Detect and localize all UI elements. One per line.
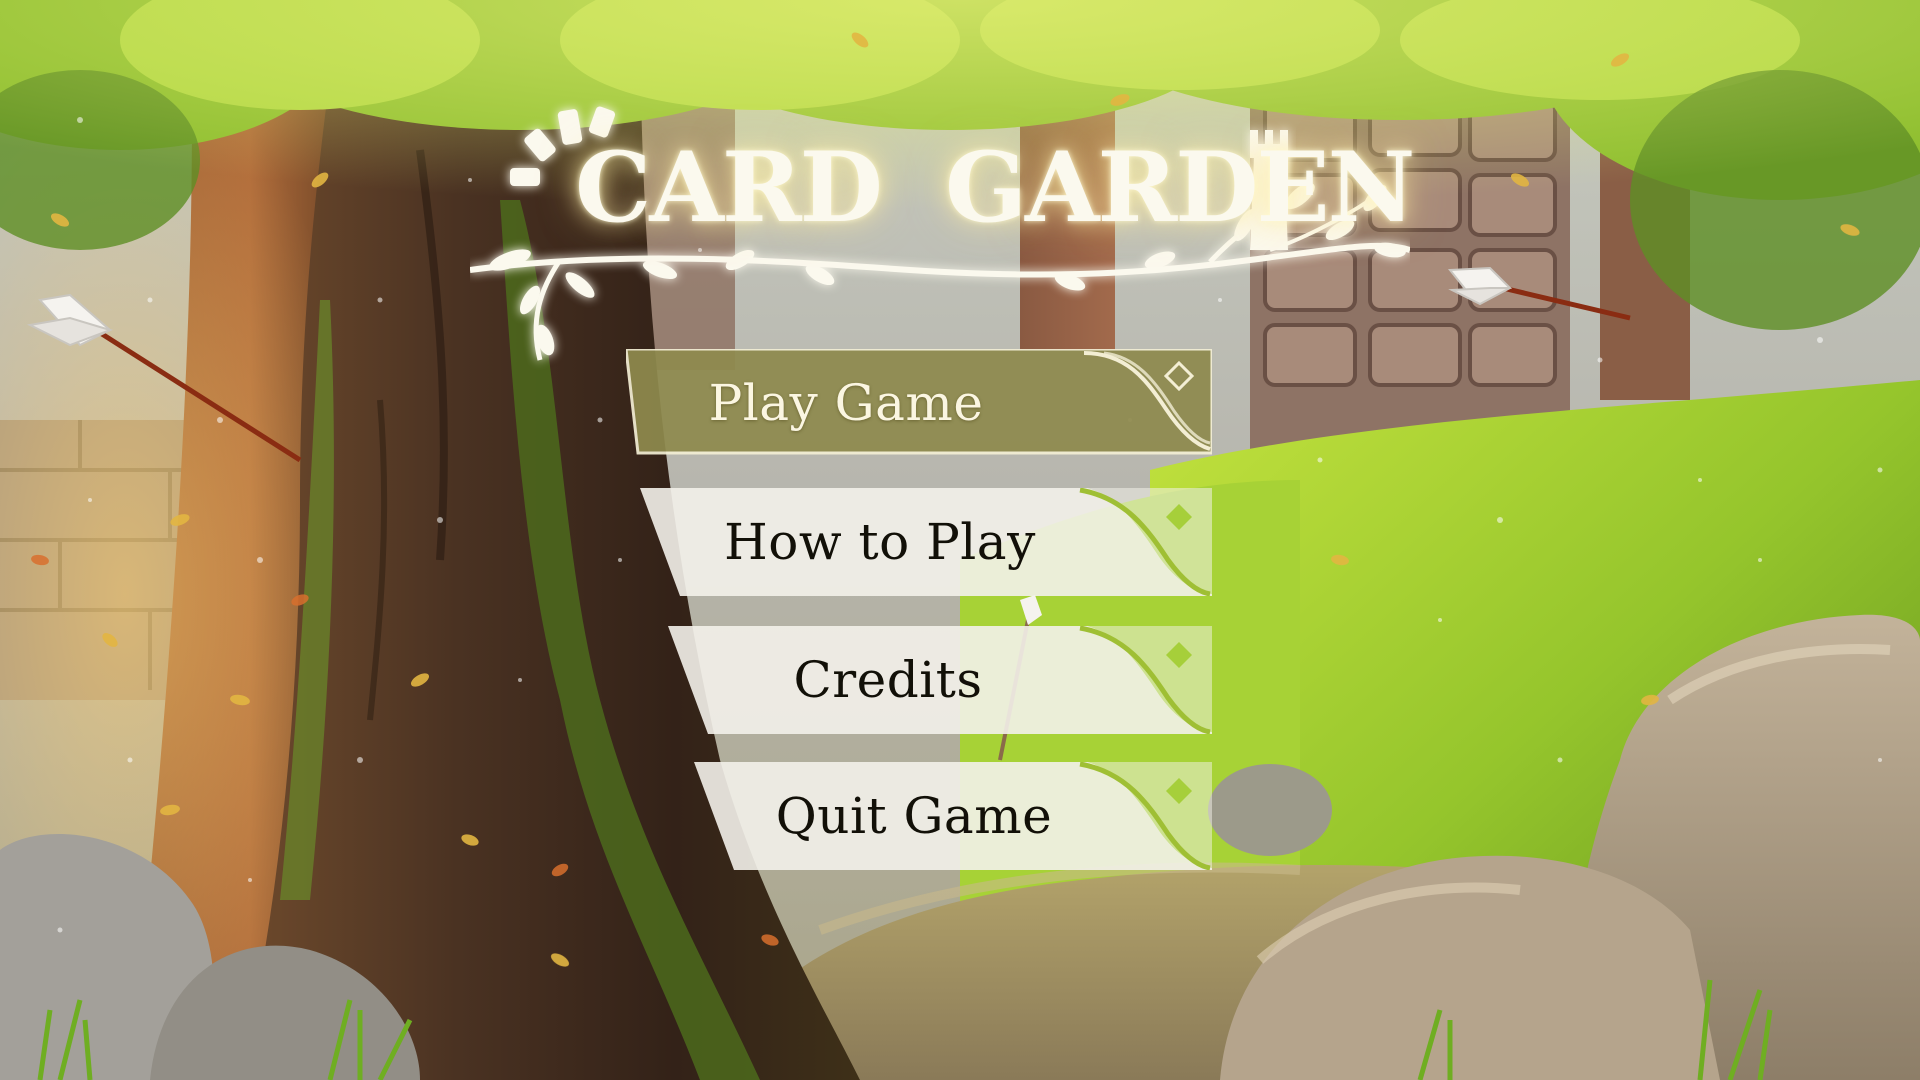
diamond-icon bbox=[1166, 642, 1192, 668]
how-to-play-button[interactable]: How to Play bbox=[640, 488, 1212, 596]
quit-game-button[interactable]: Quit Game bbox=[694, 762, 1212, 870]
credits-label: Credits bbox=[793, 651, 983, 709]
diamond-icon bbox=[1164, 361, 1194, 391]
diamond-icon bbox=[1166, 778, 1192, 804]
title-word-garden: GARDEN bbox=[945, 131, 1415, 244]
diamond-icon bbox=[1166, 504, 1192, 530]
title-word-card: CARD bbox=[575, 131, 883, 244]
title-screen: CARD GARDEN Play Game How to Play Credit… bbox=[0, 0, 1920, 1080]
credits-button[interactable]: Credits bbox=[668, 626, 1212, 734]
play-game-button[interactable]: Play Game bbox=[626, 349, 1212, 457]
how-to-play-label: How to Play bbox=[724, 513, 1036, 571]
quit-game-label: Quit Game bbox=[775, 787, 1053, 845]
play-game-label: Play Game bbox=[708, 374, 984, 432]
